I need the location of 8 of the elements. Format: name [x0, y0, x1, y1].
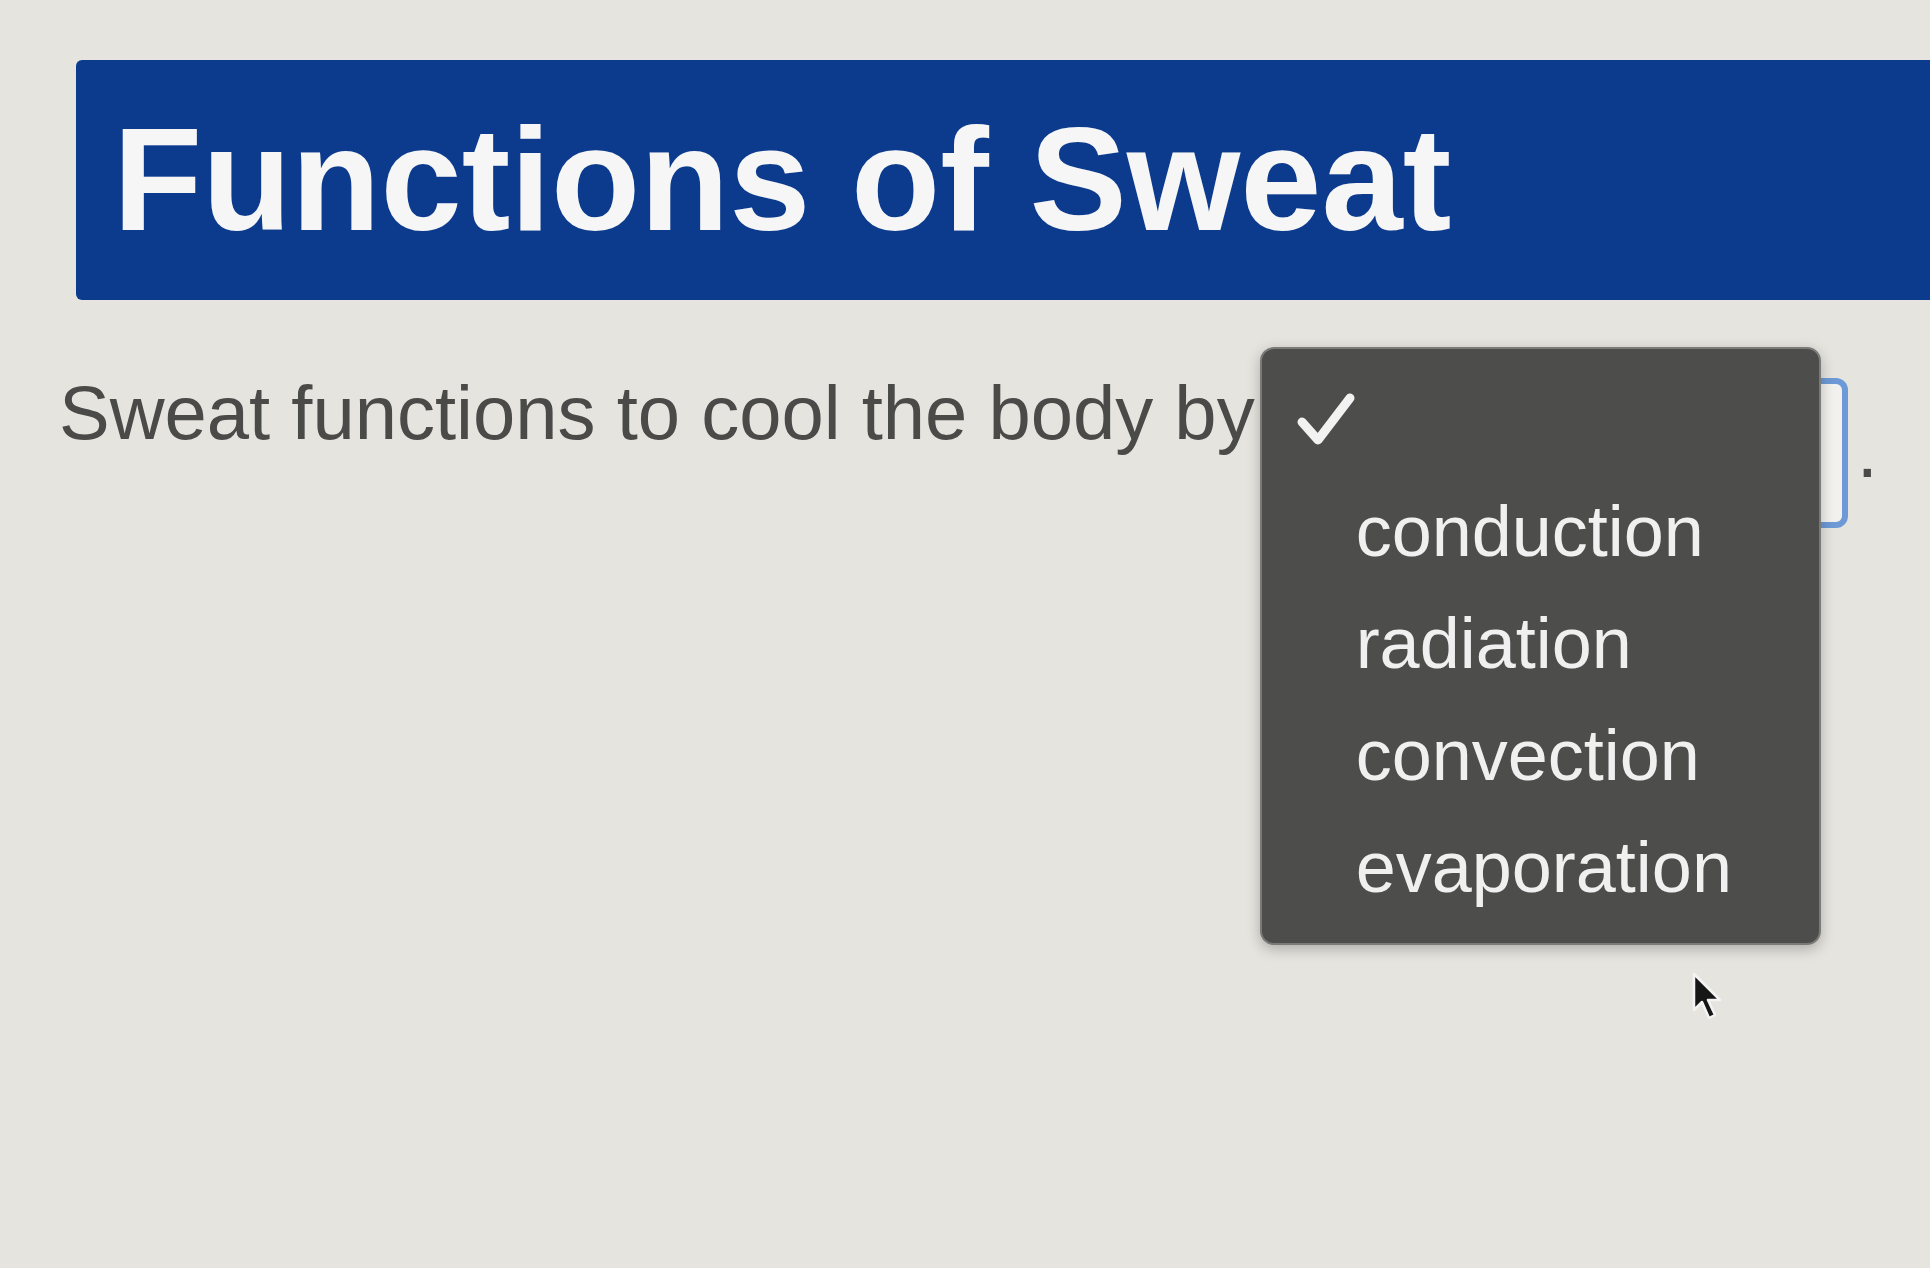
period-text: .: [1856, 412, 1878, 490]
page-title: Functions of Sweat: [113, 99, 1452, 261]
dropdown-option[interactable]: convection: [1295, 699, 1819, 811]
checkmark-icon: [1295, 392, 1356, 446]
mouse-pointer-icon: [1692, 972, 1722, 1020]
dropdown-option[interactable]: evaporation: [1295, 811, 1819, 923]
dropdown-option[interactable]: conduction: [1295, 475, 1819, 587]
dropdown-option[interactable]: radiation: [1295, 587, 1819, 699]
